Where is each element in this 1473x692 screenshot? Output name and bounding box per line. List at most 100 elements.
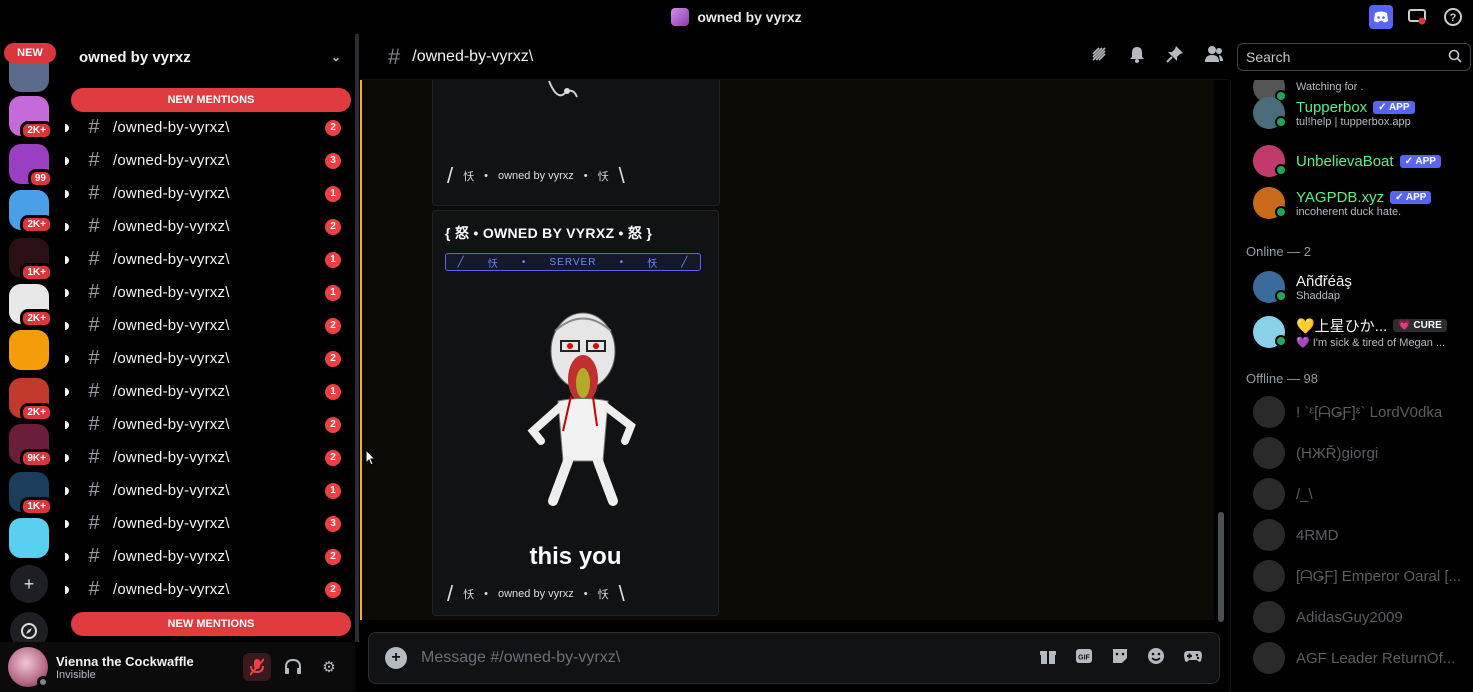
search-input[interactable]: Search: [1237, 43, 1471, 71]
channel-hash-icon: #: [88, 149, 100, 171]
chat-scrollbar[interactable]: [1214, 80, 1228, 622]
server-icon[interactable]: 2K+: [9, 190, 53, 234]
server-icon[interactable]: 1K+: [9, 472, 53, 516]
channel-item[interactable]: # /owned-by-vyrxz\ 1: [65, 474, 350, 507]
member-name: ! `ᵋ[ᗩǤƑ]ᵋ` LordV0dka: [1296, 403, 1443, 421]
threads-icon[interactable]: [1090, 45, 1108, 68]
pin-icon[interactable]: [1166, 45, 1184, 68]
svg-text:GIF: GIF: [1078, 654, 1090, 661]
member-name: UnbelievaBoat: [1296, 152, 1394, 170]
message-input[interactable]: [421, 649, 981, 667]
sidebar-scrollbar[interactable]: [355, 34, 359, 642]
server-icon[interactable]: 2K+: [9, 96, 53, 140]
mention-count-badge: 1: [325, 383, 341, 400]
activities-gamepad-icon[interactable]: [1183, 647, 1203, 670]
app-badge: ✓ APP: [1390, 190, 1432, 204]
footer-glyph: 㤇: [597, 589, 609, 601]
member-offline[interactable]: [ᗩǤƑ] Emperor Oaral [...: [1231, 555, 1473, 597]
channel-item[interactable]: # /owned-by-vyrxz\ 1: [65, 375, 350, 408]
mention-count-badge: 2: [325, 581, 341, 598]
channel-item[interactable]: # /owned-by-vyrxz\ 2: [65, 111, 350, 144]
title-bar: owned by vyrxz ?: [0, 0, 1473, 34]
member-name: Añđřéāş: [1296, 272, 1352, 290]
member-offline[interactable]: 4RMD: [1231, 514, 1473, 556]
member-offline[interactable]: (HЖŘ)giorgi: [1231, 432, 1473, 474]
server-icon[interactable]: 99: [9, 144, 53, 188]
notification-bell-icon[interactable]: [1128, 45, 1146, 68]
new-unreads-pill[interactable]: NEW: [4, 43, 56, 63]
member-offline[interactable]: ! `ᵋ[ᗩǤƑ]ᵋ` LordV0dka: [1231, 391, 1473, 433]
unread-indicator: [65, 288, 69, 297]
server-header[interactable]: owned by vyrxz ⌄: [65, 34, 355, 80]
channel-item[interactable]: # /owned-by-vyrxz\ 2: [65, 540, 350, 573]
help-icon[interactable]: ?: [1441, 5, 1465, 29]
channel-item[interactable]: # /owned-by-vyrxz\ 2: [65, 210, 350, 243]
unread-indicator: [65, 552, 69, 561]
inbox-icon[interactable]: [1405, 5, 1429, 29]
member-offline[interactable]: /_\: [1231, 473, 1473, 515]
channel-name: /owned-by-vyrxz\: [113, 218, 230, 235]
channel-item[interactable]: # /owned-by-vyrxz\ 2: [65, 441, 350, 474]
member-activity: 💜 I'm sick & tired of Megan ...: [1296, 337, 1446, 349]
channel-name: /owned-by-vyrxz\: [113, 350, 230, 367]
server-icon[interactable]: 9K+: [9, 424, 53, 468]
channel-item[interactable]: # /owned-by-vyrxz\ 1: [65, 276, 350, 309]
member-online[interactable]: Añđřéāş Shaddap: [1231, 266, 1473, 308]
member-online[interactable]: 💛上星ひか... 💗 CURE 💜 I'm sick & tired of Mega…: [1231, 311, 1473, 353]
scroll-thumb[interactable]: [1218, 512, 1224, 622]
server-name: owned by vyrxz: [79, 48, 191, 66]
embed-title: { 怒 • OWNED BY VYRXZ • 怒 }: [445, 225, 653, 241]
server-icon[interactable]: 2K+: [9, 378, 53, 422]
mention-count-badge: 2: [325, 449, 341, 466]
channel-item[interactable]: # /owned-by-vyrxz\ 3: [65, 144, 350, 177]
channel-item[interactable]: # /owned-by-vyrxz\ 2: [65, 408, 350, 441]
member-list-icon[interactable]: [1204, 45, 1224, 68]
online-status-dot: [1275, 290, 1287, 302]
settings-gear-icon[interactable]: ⚙: [315, 653, 343, 681]
meme-image[interactable]: [513, 301, 643, 511]
new-mentions-top[interactable]: NEW MENTIONS: [71, 88, 351, 112]
discord-icon[interactable]: [1369, 5, 1393, 29]
emoji-icon[interactable]: [1147, 647, 1165, 670]
avatar[interactable]: [8, 647, 49, 688]
gif-icon[interactable]: GIF: [1075, 647, 1093, 670]
channel-title: /owned-by-vyrxz\: [412, 47, 534, 65]
sticker-icon[interactable]: [1111, 647, 1129, 670]
channel-hash-icon: #: [88, 512, 100, 534]
embed-footer: / 㤇 • owned by vyrxz • 㤇 \: [447, 163, 625, 188]
server-icon[interactable]: [9, 330, 49, 370]
username[interactable]: Vienna the Cockwaffle: [56, 654, 194, 669]
gift-icon[interactable]: [1039, 647, 1057, 670]
member-bot[interactable]: UnbelievaBoat ✓ APP: [1231, 140, 1473, 182]
channel-item[interactable]: # /owned-by-vyrxz\ 2: [65, 573, 350, 606]
attach-plus-icon[interactable]: +: [385, 647, 407, 669]
add-server-icon[interactable]: +: [10, 565, 48, 603]
channel-item[interactable]: # /owned-by-vyrxz\ 2: [65, 342, 350, 375]
member-bot[interactable]: Tupperbox ✓ APP tul!help | tupperbox.app: [1231, 92, 1473, 134]
unread-indicator: [65, 486, 69, 495]
mute-microphone-icon[interactable]: [243, 653, 271, 681]
channel-name: /owned-by-vyrxz\: [113, 449, 230, 466]
channel-name: /owned-by-vyrxz\: [113, 548, 230, 565]
member-offline[interactable]: AdidasGuy2009: [1231, 596, 1473, 638]
new-mentions-bottom[interactable]: NEW MENTIONS: [71, 612, 351, 636]
server-icon[interactable]: 1K+: [9, 238, 53, 282]
channel-name: /owned-by-vyrxz\: [113, 152, 230, 169]
channel-item[interactable]: # /owned-by-vyrxz\ 1: [65, 177, 350, 210]
channel-item[interactable]: # /owned-by-vyrxz\ 3: [65, 507, 350, 540]
mention-count-badge: 2: [325, 416, 341, 433]
unread-indicator: [65, 519, 69, 528]
channel-hash-icon: #: [388, 43, 401, 69]
server-icon[interactable]: [9, 518, 49, 558]
chevron-down-icon: ⌄: [330, 50, 341, 64]
server-icon[interactable]: 2K+: [9, 284, 53, 328]
member-bot[interactable]: YAGPDB.xyz ✓ APP incoherent duck hate.: [1231, 182, 1473, 224]
channel-item[interactable]: # /owned-by-vyrxz\ 1: [65, 243, 350, 276]
online-section-label: Online — 2: [1246, 244, 1312, 259]
member-offline[interactable]: AGF Leader ReturnOf...: [1231, 637, 1473, 679]
channel-item[interactable]: # /owned-by-vyrxz\ 2: [65, 309, 350, 342]
headphones-icon[interactable]: [279, 653, 307, 681]
mention-count-badge: 1: [325, 482, 341, 499]
user-status: Invisible: [56, 668, 96, 681]
search-icon: [1448, 49, 1462, 66]
